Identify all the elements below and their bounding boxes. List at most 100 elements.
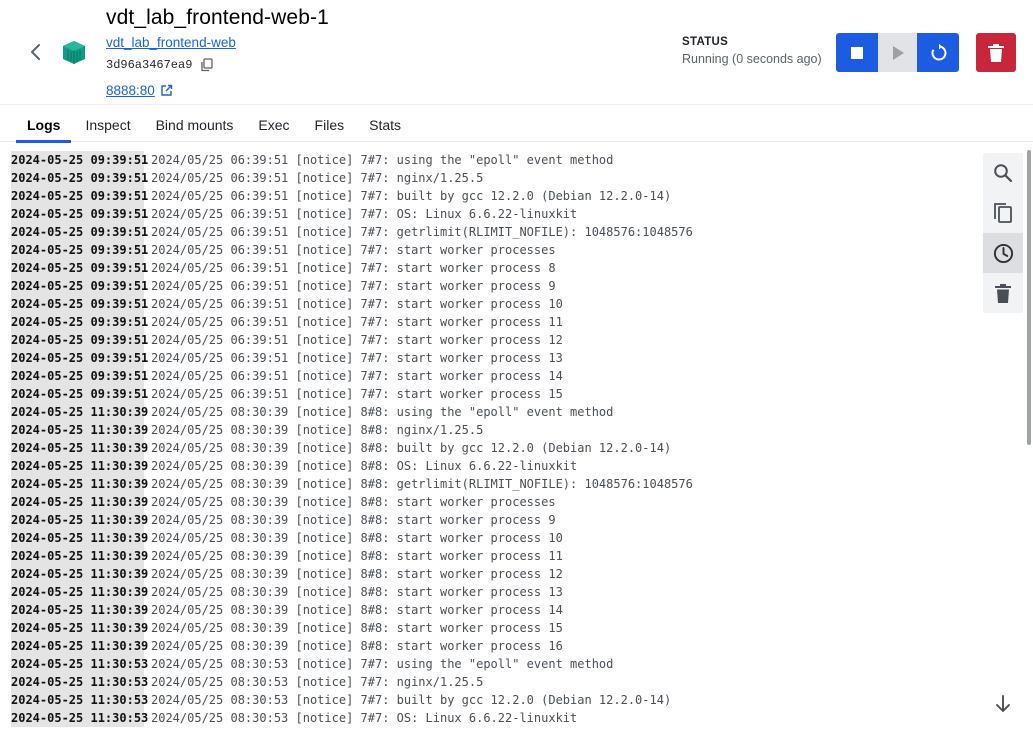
log-message: 2024/05/25 06:39:51 [notice] 7#7: start … [151,261,556,275]
trash-icon [988,43,1004,62]
tab-bind-mounts[interactable]: Bind mounts [145,105,245,142]
log-toolbar [983,153,1023,313]
tab-inspect[interactable]: Inspect [74,105,141,142]
search-logs-button[interactable] [983,153,1023,193]
log-scrollbar[interactable] [1027,150,1031,445]
port-row: 8888:80 [106,83,173,98]
log-line: 2024-05-25 11:30:39 2024/05/25 08:30:39 [… [11,475,693,493]
restart-button[interactable] [918,33,959,72]
timestamps-toggle-button[interactable] [983,233,1023,273]
log-message: 2024/05/25 08:30:53 [notice] 7#7: using … [151,657,614,671]
log-timestamp: 2024-05-25 09:39:51 [11,259,149,277]
log-message: 2024/05/25 08:30:39 [notice] 8#8: start … [151,531,563,545]
log-line: 2024-05-25 09:39:51 2024/05/25 06:39:51 [… [11,313,693,331]
log-message: 2024/05/25 06:39:51 [notice] 7#7: start … [151,351,563,365]
log-message: 2024/05/25 08:30:39 [notice] 8#8: nginx/… [151,423,484,437]
arrow-down-icon [996,695,1010,712]
log-timestamp: 2024-05-25 11:30:39 [11,637,149,655]
log-message: 2024/05/25 08:30:39 [notice] 8#8: start … [151,567,563,581]
log-timestamp: 2024-05-25 11:30:39 [11,601,149,619]
log-line: 2024-05-25 11:30:39 2024/05/25 08:30:39 [… [11,403,693,421]
status-block: STATUS Running (0 seconds ago) [682,36,822,66]
log-line: 2024-05-25 11:30:39 2024/05/25 08:30:39 [… [11,421,693,439]
container-title: vdt_lab_frontend-web-1 [106,6,329,29]
log-line: 2024-05-25 11:30:39 2024/05/25 08:30:39 [… [11,637,693,655]
restart-icon [931,43,946,60]
stop-button[interactable] [836,33,877,72]
port-link[interactable]: 8888:80 [106,83,155,98]
status-label: STATUS [682,36,729,48]
log-timestamp: 2024-05-25 09:39:51 [11,151,149,169]
external-link-icon[interactable] [160,84,173,97]
log-message: 2024/05/25 06:39:51 [notice] 7#7: nginx/… [151,171,484,185]
tab-files[interactable]: Files [304,105,356,142]
log-timestamp: 2024-05-25 11:30:39 [11,421,149,439]
search-icon [994,164,1013,183]
log-line: 2024-05-25 11:30:53 2024/05/25 08:30:53 [… [11,655,693,673]
log-line: 2024-05-25 11:30:39 2024/05/25 08:30:39 [… [11,565,693,583]
log-message: 2024/05/25 06:39:51 [notice] 7#7: using … [151,153,614,167]
log-line: 2024-05-25 09:39:51 2024/05/25 06:39:51 [… [11,223,693,241]
log-message: 2024/05/25 06:39:51 [notice] 7#7: start … [151,243,556,257]
tab-exec[interactable]: Exec [247,105,300,142]
log-line: 2024-05-25 11:30:39 2024/05/25 08:30:39 [… [11,601,693,619]
status-text: Running (0 seconds ago) [682,52,822,66]
log-timestamp: 2024-05-25 09:39:51 [11,187,149,205]
copy-id-icon[interactable] [200,58,214,72]
log-timestamp: 2024-05-25 09:39:51 [11,223,149,241]
tab-bar: Logs Inspect Bind mounts Exec Files Stat… [0,104,1033,143]
log-lines: 2024-05-25 09:39:51 2024/05/25 06:39:51 [… [11,151,693,727]
clear-logs-button[interactable] [983,273,1023,313]
log-line: 2024-05-25 09:39:51 2024/05/25 06:39:51 [… [11,349,693,367]
log-message: 2024/05/25 06:39:51 [notice] 7#7: start … [151,297,563,311]
log-line: 2024-05-25 11:30:53 2024/05/25 08:30:53 [… [11,691,693,709]
log-timestamp: 2024-05-25 11:30:39 [11,403,149,421]
log-timestamp: 2024-05-25 11:30:53 [11,691,149,709]
log-timestamp: 2024-05-25 11:30:39 [11,619,149,637]
container-id: 3d96a3467ea9 [106,58,193,72]
log-viewer[interactable]: 2024-05-25 09:39:51 2024/05/25 06:39:51 [… [0,143,1033,733]
delete-button[interactable] [976,33,1016,72]
log-line: 2024-05-25 09:39:51 2024/05/25 06:39:51 [… [11,277,693,295]
tab-logs[interactable]: Logs [16,105,72,143]
log-line: 2024-05-25 11:30:53 2024/05/25 08:30:53 [… [11,709,693,727]
log-timestamp: 2024-05-25 09:39:51 [11,331,149,349]
log-timestamp: 2024-05-25 11:30:39 [11,529,149,547]
log-line: 2024-05-25 11:30:53 2024/05/25 08:30:53 [… [11,673,693,691]
log-line: 2024-05-25 11:30:39 2024/05/25 08:30:39 [… [11,529,693,547]
log-timestamp: 2024-05-25 11:30:53 [11,709,149,727]
log-line: 2024-05-25 09:39:51 2024/05/25 06:39:51 [… [11,205,693,223]
copy-logs-button[interactable] [983,193,1023,233]
log-line: 2024-05-25 11:30:39 2024/05/25 08:30:39 [… [11,619,693,637]
log-message: 2024/05/25 08:30:39 [notice] 8#8: start … [151,513,556,527]
container-header: vdt_lab_frontend-web-1 vdt_lab_frontend-… [0,0,1033,104]
log-timestamp: 2024-05-25 11:30:39 [11,439,149,457]
log-message: 2024/05/25 06:39:51 [notice] 7#7: built … [151,189,672,203]
log-timestamp: 2024-05-25 11:30:39 [11,547,149,565]
log-message: 2024/05/25 08:30:39 [notice] 8#8: using … [151,405,614,419]
log-message: 2024/05/25 08:30:39 [notice] 8#8: OS: Li… [151,459,578,473]
start-button[interactable] [877,33,918,72]
log-message: 2024/05/25 06:39:51 [notice] 7#7: OS: Li… [151,207,578,221]
log-timestamp: 2024-05-25 11:30:39 [11,565,149,583]
log-line: 2024-05-25 09:39:51 2024/05/25 06:39:51 [… [11,259,693,277]
container-id-row: 3d96a3467ea9 [106,58,214,72]
copy-icon [994,203,1012,223]
chevron-left-icon [31,44,40,60]
log-timestamp: 2024-05-25 11:30:39 [11,493,149,511]
log-message: 2024/05/25 08:30:39 [notice] 8#8: built … [151,441,672,455]
container-icon [60,38,88,66]
log-line: 2024-05-25 09:39:51 2024/05/25 06:39:51 [… [11,169,693,187]
log-message: 2024/05/25 06:39:51 [notice] 7#7: start … [151,369,563,383]
log-message: 2024/05/25 06:39:51 [notice] 7#7: start … [151,315,563,329]
back-button[interactable] [24,40,46,64]
scroll-to-bottom-button[interactable] [990,691,1016,717]
tab-stats[interactable]: Stats [358,105,412,142]
log-timestamp: 2024-05-25 09:39:51 [11,349,149,367]
play-icon [892,45,904,60]
log-timestamp: 2024-05-25 09:39:51 [11,169,149,187]
image-link[interactable]: vdt_lab_frontend-web [106,35,236,50]
log-message: 2024/05/25 06:39:51 [notice] 7#7: start … [151,279,556,293]
log-line: 2024-05-25 11:30:39 2024/05/25 08:30:39 [… [11,583,693,601]
log-message: 2024/05/25 08:30:53 [notice] 7#7: built … [151,693,672,707]
